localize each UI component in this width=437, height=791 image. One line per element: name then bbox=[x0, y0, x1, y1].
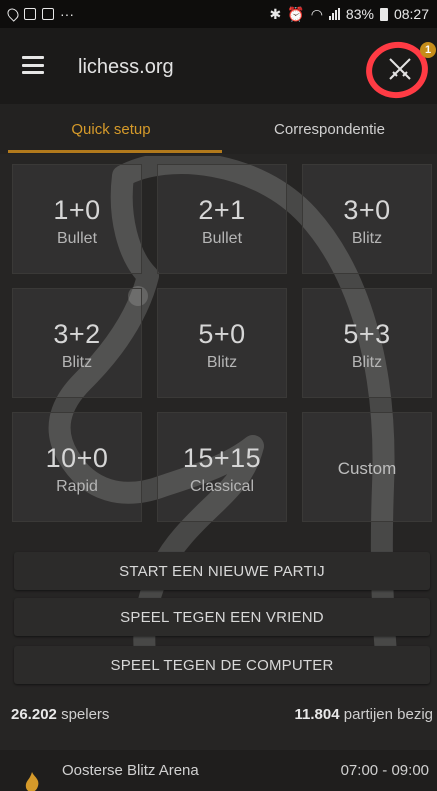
preset-15-15[interactable]: 15+15 Classical bbox=[157, 412, 287, 522]
site-stats: 26.202 spelers 11.804 partijen bezig bbox=[0, 706, 437, 728]
players-online: 26.202 spelers bbox=[11, 706, 110, 723]
active-tab-indicator bbox=[8, 150, 222, 153]
image-icon bbox=[24, 8, 36, 20]
preset-3-0[interactable]: 3+0 Blitz bbox=[302, 164, 432, 274]
preset-3-2[interactable]: 3+2 Blitz bbox=[12, 288, 142, 398]
preset-2-1[interactable]: 2+1 Bullet bbox=[157, 164, 287, 274]
preset-5-0[interactable]: 5+0 Blitz bbox=[157, 288, 287, 398]
tab-correspondence[interactable]: Correspondentie bbox=[222, 104, 437, 154]
preset-custom[interactable]: Custom bbox=[302, 412, 432, 522]
start-new-game-button[interactable]: START EEN NIEUWE PARTIJ bbox=[14, 552, 430, 590]
signal-icon bbox=[328, 8, 340, 20]
flame-icon bbox=[25, 772, 39, 791]
clock: 08:27 bbox=[393, 6, 429, 22]
notification-badge: 1 bbox=[420, 42, 436, 58]
preset-1-0[interactable]: 1+0 Bullet bbox=[12, 164, 142, 274]
status-bar: ··· ✱ ⏰ ◠ 83% 08:27 bbox=[0, 0, 437, 28]
tournament-name: Oosterse Blitz Arena bbox=[62, 762, 199, 779]
quick-setup-panel: 1+0 Bullet 2+1 Bullet 3+0 Blitz 3+2 Blit… bbox=[0, 154, 437, 791]
play-friend-button[interactable]: SPEEL TEGEN EEN VRIEND bbox=[14, 598, 430, 636]
location-icon bbox=[5, 6, 21, 22]
games-in-progress: 11.804 partijen bezig bbox=[294, 706, 433, 723]
battery-percent: 83% bbox=[345, 6, 374, 22]
tournament-row[interactable]: Oosterse Blitz Arena 07:00 - 09:00 bbox=[0, 750, 437, 791]
battery-icon bbox=[379, 7, 388, 21]
preset-5-3[interactable]: 5+3 Blitz bbox=[302, 288, 432, 398]
wifi-icon: ◠ bbox=[310, 5, 323, 22]
bluetooth-icon: ✱ bbox=[269, 5, 282, 22]
gallery-icon bbox=[42, 8, 54, 20]
alarm-icon: ⏰ bbox=[287, 5, 305, 22]
play-computer-button[interactable]: SPEEL TEGEN DE COMPUTER bbox=[14, 646, 430, 684]
challenges-button[interactable]: 1 bbox=[361, 37, 436, 103]
setup-tabs: Quick setup Correspondentie bbox=[0, 104, 437, 154]
more-notifications: ··· bbox=[60, 6, 74, 22]
app-header: lichess.org 1 bbox=[0, 28, 437, 105]
site-title: lichess.org bbox=[78, 56, 174, 78]
preset-10-0[interactable]: 10+0 Rapid bbox=[12, 412, 142, 522]
menu-icon[interactable] bbox=[22, 56, 44, 74]
tournament-time: 07:00 - 09:00 bbox=[340, 762, 429, 779]
crossed-swords-icon[interactable] bbox=[385, 54, 415, 84]
tab-quick-setup[interactable]: Quick setup bbox=[0, 104, 222, 154]
